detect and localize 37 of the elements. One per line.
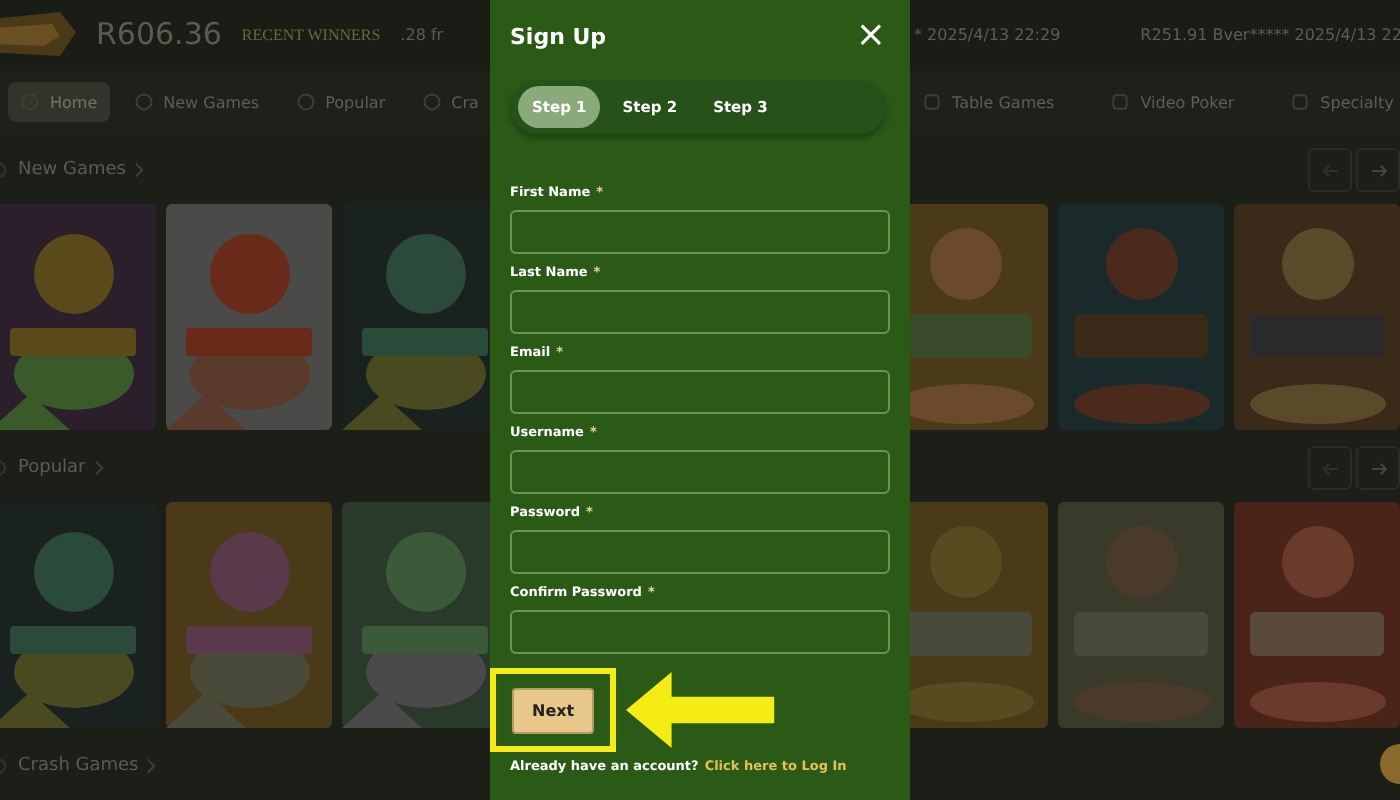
nav-item[interactable]: Popular — [283, 82, 398, 122]
nav-item[interactable]: New Games — [121, 82, 272, 122]
input-field[interactable] — [510, 450, 890, 494]
next-button[interactable]: Next — [512, 688, 595, 734]
nav-item[interactable]: Video Poker — [1098, 82, 1247, 122]
balance: R606.36 — [96, 16, 222, 52]
nav-item[interactable]: Cra — [409, 82, 490, 122]
nav-icon — [1110, 92, 1131, 112]
chevron-icon — [93, 460, 104, 476]
nav-icon — [295, 92, 316, 112]
input-field[interactable] — [510, 290, 890, 334]
modal-title: Sign Up — [510, 23, 607, 49]
nav-icon — [133, 92, 154, 112]
arrow-right-icon — [1369, 163, 1387, 177]
winner-entry: * 2025/4/13 22:29 — [914, 25, 1061, 43]
nav-icon — [421, 92, 442, 112]
input-field[interactable] — [510, 210, 890, 254]
winner-entry: R251.91 Bver***** 2025/4/13 22 — [1140, 25, 1400, 43]
winner-entry: .28 fr — [400, 25, 444, 43]
input-field[interactable] — [510, 370, 890, 414]
section-title: Popular — [18, 458, 86, 478]
next-arrow-button[interactable] — [1356, 148, 1400, 192]
section-title: New Games — [18, 160, 126, 180]
nav-icon — [922, 92, 942, 112]
chevron-icon — [146, 758, 157, 774]
chevron-icon — [133, 162, 144, 178]
input-field[interactable] — [510, 530, 890, 574]
nav-item[interactable]: Specialty — [1278, 82, 1400, 122]
input-field[interactable] — [510, 610, 890, 654]
nav-item[interactable]: Home — [8, 82, 110, 122]
nav-icon — [1290, 92, 1311, 112]
close-button[interactable]: × — [851, 18, 890, 54]
recent-winners-label: RECENT WINNERS — [241, 25, 381, 43]
section-title: Crash Games — [18, 756, 139, 776]
arrow-right-icon — [1369, 461, 1387, 475]
nav-item[interactable]: Table Games — [910, 82, 1067, 122]
next-arrow-button[interactable] — [1356, 446, 1400, 490]
